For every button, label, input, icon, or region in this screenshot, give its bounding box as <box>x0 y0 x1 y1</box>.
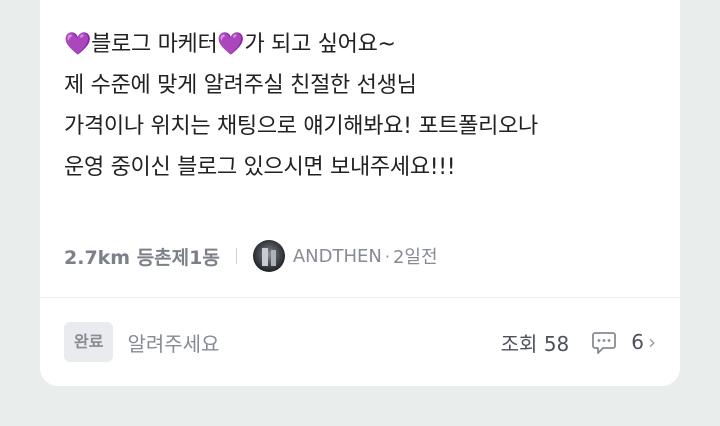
comments-button[interactable]: 6 › <box>591 329 656 355</box>
post-line: 💜블로그 마케터💜가 되고 싶어요~ <box>64 32 396 57</box>
comment-count: 6 <box>631 330 644 354</box>
meta-separator <box>235 248 237 264</box>
author-nickname[interactable]: ANDTHEN <box>293 246 382 267</box>
post-line: 제 수준에 맞게 알려주실 친절한 선생님 <box>64 73 417 98</box>
view-count: 조회 58 <box>500 331 570 356</box>
post-card[interactable]: 💜블로그 마케터💜가 되고 싶어요~ 제 수준에 맞게 알려주실 친절한 선생님… <box>40 0 680 386</box>
time-ago: 2일전 <box>392 247 438 268</box>
status-badge: 완료 <box>64 322 114 362</box>
category-label[interactable]: 알려주세요 <box>127 328 219 357</box>
post-line: 가격이나 위치는 채팅으로 얘기해봐요! 포트폴리오나 <box>64 114 538 139</box>
divider <box>40 297 680 298</box>
post-line: 운영 중이신 블로그 있으시면 보내주세요!!! <box>64 155 456 180</box>
post-footer: 완료 알려주세요 조회 58 6 › <box>64 322 656 362</box>
speech-bubble-icon <box>592 332 617 354</box>
chevron-right-icon: › <box>648 330 656 354</box>
distance-location: 2.7km 등촌제1동 <box>64 246 220 269</box>
post-meta: 2.7km 등촌제1동 ANDTHEN · 2일전 <box>64 238 438 274</box>
post-body: 💜블로그 마케터💜가 되고 싶어요~ 제 수준에 맞게 알려주실 친절한 선생님… <box>64 24 660 188</box>
avatar[interactable] <box>252 240 285 272</box>
meta-dot: · <box>384 246 390 266</box>
